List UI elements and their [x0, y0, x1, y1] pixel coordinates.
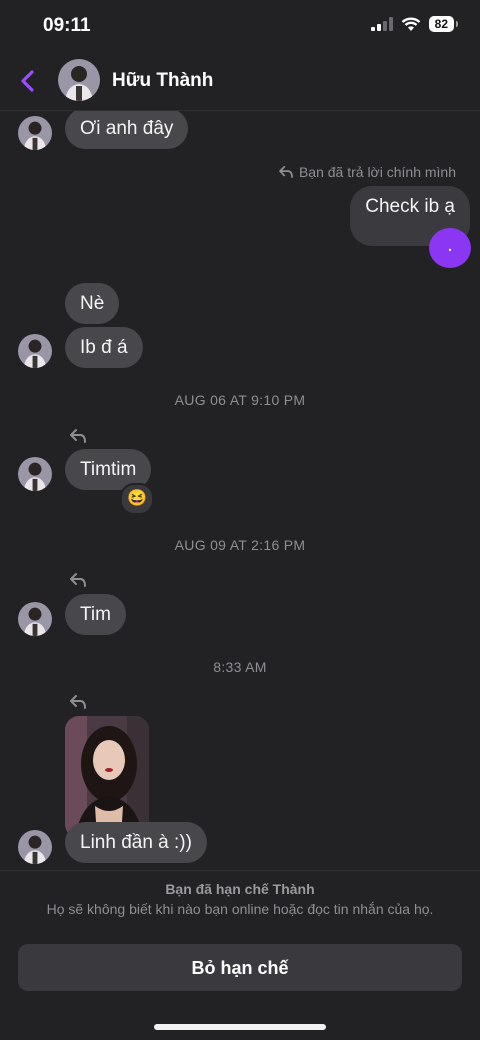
home-indicator[interactable] [154, 1024, 326, 1030]
timestamp: 8:33 AM [213, 659, 267, 675]
reaction-emoji[interactable]: 😆 [120, 483, 154, 515]
status-bar: 09:11 82 [0, 0, 480, 52]
chat-header: Hữu Thành [0, 52, 480, 111]
battery-indicator: 82 [428, 16, 459, 32]
timestamp: AUG 06 AT 9:10 PM [174, 392, 306, 408]
message-bubble[interactable]: Ib đ á [65, 327, 143, 368]
reply-icon [279, 166, 293, 178]
restricted-title: Bạn đã hạn chế Thành [165, 881, 315, 897]
status-time: 09:11 [43, 15, 91, 36]
reply-note: Bạn đã trả lời chính mình [279, 164, 456, 180]
contact-avatar[interactable] [18, 116, 52, 150]
status-icons: 82 [370, 16, 459, 32]
contact-name[interactable]: Hữu Thành [112, 70, 213, 92]
unrestrict-button[interactable]: Bỏ hạn chế [18, 944, 462, 991]
contact-avatar[interactable] [18, 334, 52, 368]
contact-avatar[interactable] [18, 457, 52, 491]
message-bubble[interactable]: Tim [65, 594, 126, 635]
reply-dot-bubble[interactable]: . [429, 228, 471, 268]
reply-icon [70, 429, 86, 443]
header-avatar[interactable] [58, 59, 100, 101]
message-bubble[interactable]: Linh đần à :)) [65, 822, 207, 863]
shared-photo[interactable] [65, 716, 149, 838]
back-chevron-icon[interactable] [17, 67, 39, 95]
message-bubble[interactable]: Nè [65, 283, 120, 324]
signal-icon [370, 17, 393, 31]
reply-note-text: Bạn đã trả lời chính mình [298, 164, 456, 180]
reply-icon [70, 695, 86, 709]
wifi-icon [401, 17, 420, 31]
message-bubble[interactable]: Ơi anh đây [65, 108, 189, 149]
timestamp: AUG 09 AT 2:16 PM [174, 537, 306, 553]
reply-icon [70, 573, 86, 587]
contact-avatar[interactable] [18, 602, 52, 636]
restricted-description: Họ sẽ không biết khi nào bạn online hoặc… [46, 901, 434, 917]
restricted-footer: Bạn đã hạn chế Thành Họ sẽ không biết kh… [0, 870, 480, 1040]
contact-avatar[interactable] [18, 830, 52, 864]
